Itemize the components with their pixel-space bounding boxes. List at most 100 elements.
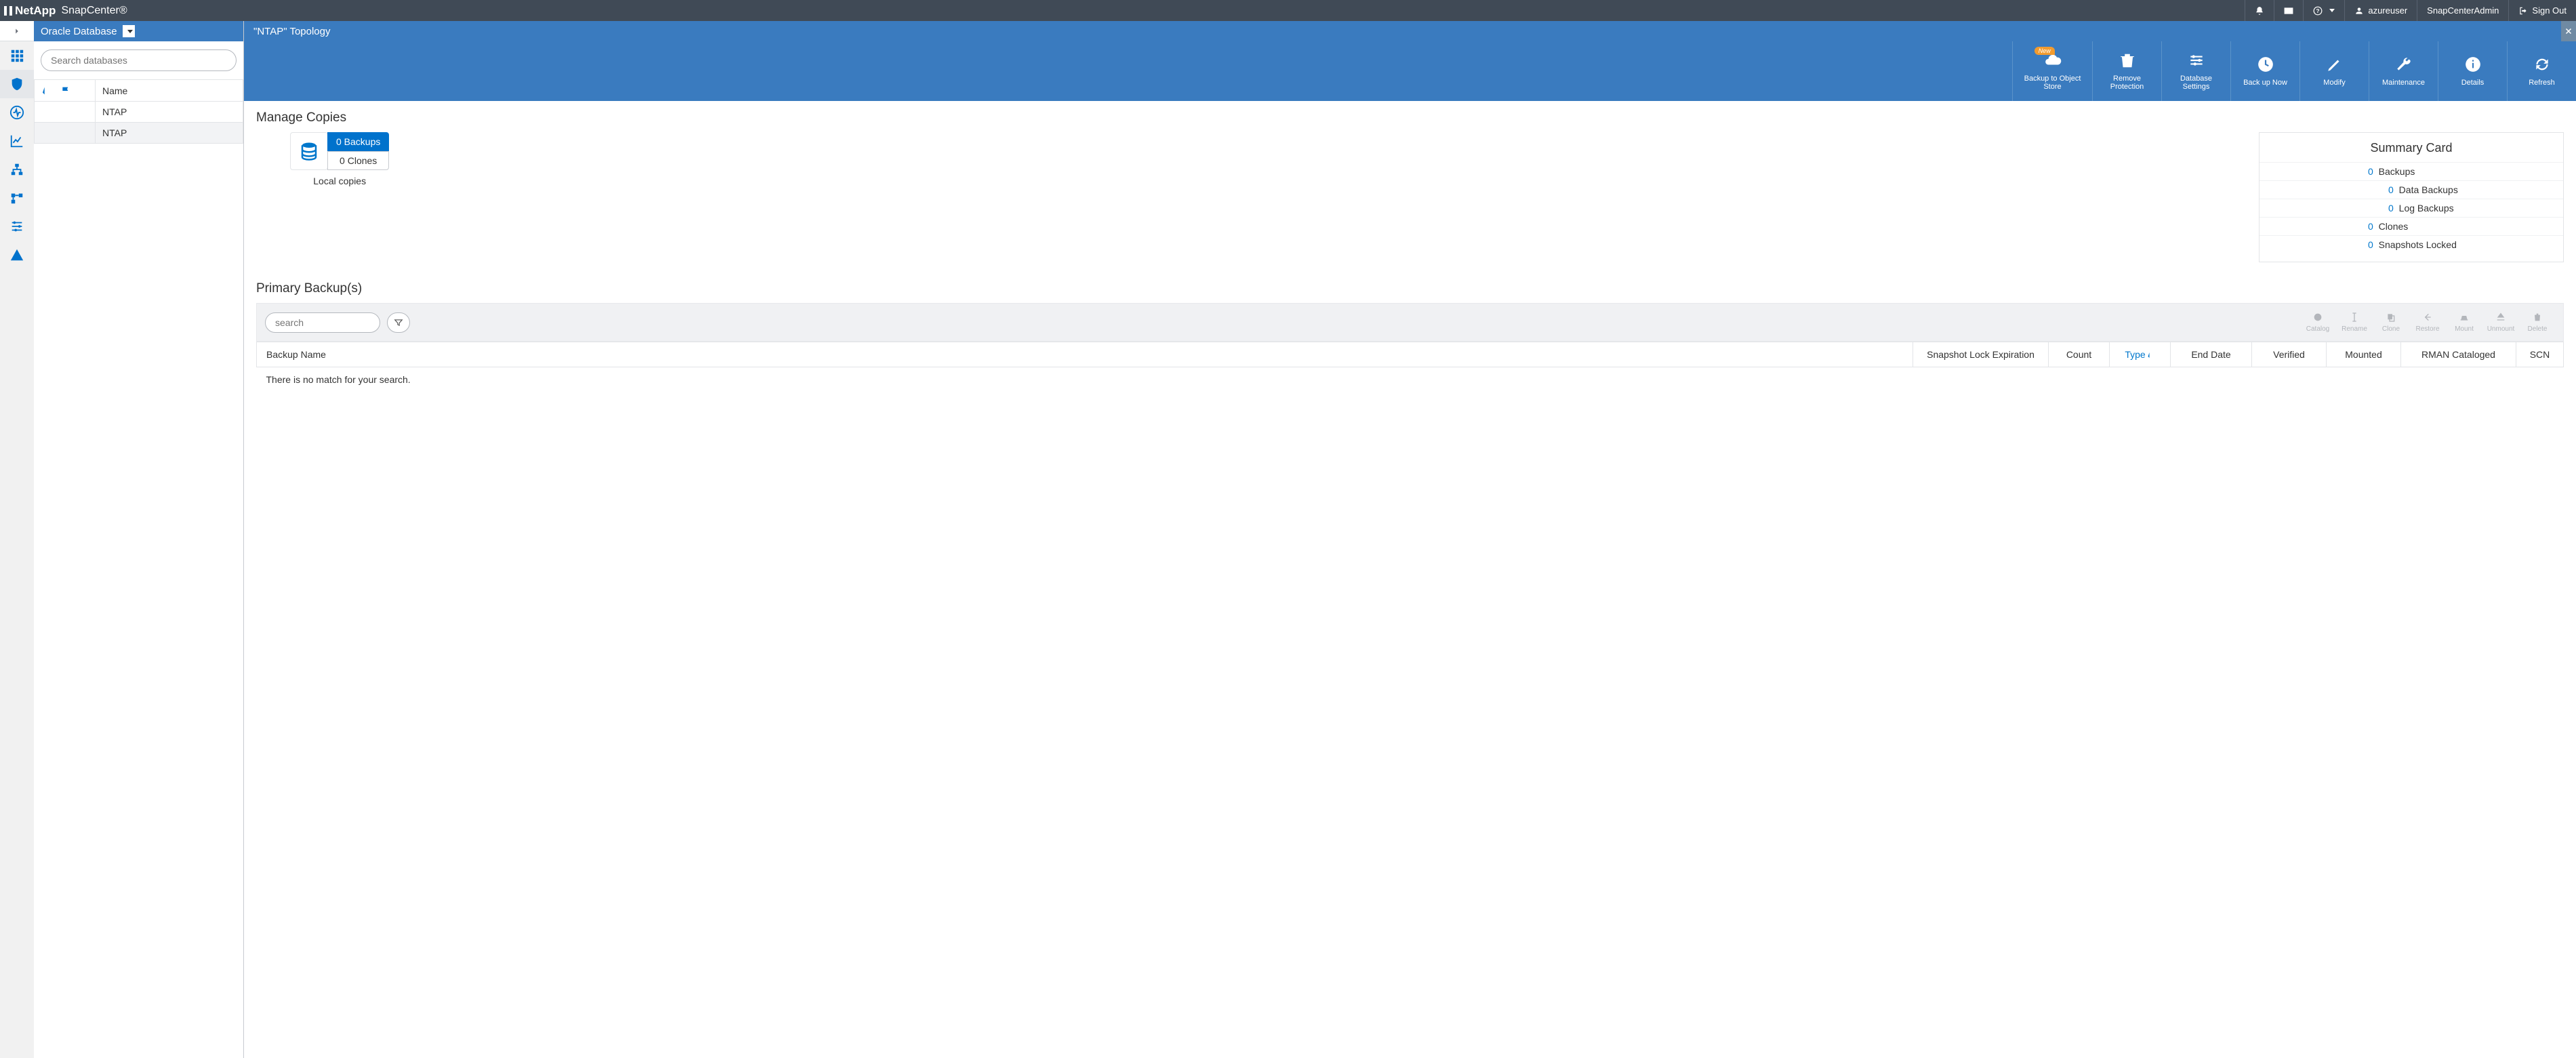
column-snapshot-lock-expiration[interactable]: Snapshot Lock Expiration <box>1913 342 2049 367</box>
clock-icon <box>2257 56 2274 73</box>
database-icon-box[interactable] <box>290 132 328 170</box>
delete-button[interactable]: Delete <box>2520 312 2555 333</box>
column-backup-name[interactable]: Backup Name <box>257 342 1913 367</box>
column-scn[interactable]: SCN <box>2516 342 2564 367</box>
restore-icon <box>2422 312 2433 323</box>
mount-icon <box>2459 312 2470 323</box>
svg-text:?: ? <box>2316 7 2320 14</box>
filter-button[interactable] <box>387 312 410 333</box>
database-icon <box>299 141 319 161</box>
summary-item[interactable]: 0 Log Backups <box>2260 199 2563 217</box>
sliders-icon <box>9 219 24 234</box>
resource-type-dropdown[interactable] <box>123 25 135 37</box>
rename-button[interactable]: Rename <box>2337 312 2372 333</box>
rename-icon <box>2349 312 2360 323</box>
main-area: "NTAP" Topology New Backup to Object Sto… <box>244 21 2576 1058</box>
database-name-cell: NTAP <box>96 123 243 144</box>
column-mounted[interactable]: Mounted <box>2327 342 2401 367</box>
blocks-icon <box>9 190 24 205</box>
rail-dashboard[interactable] <box>0 41 34 70</box>
product-name: SnapCenter® <box>61 5 127 17</box>
delete-icon <box>2532 312 2543 323</box>
notifications-button[interactable] <box>2245 0 2274 21</box>
database-row[interactable]: NTAP <box>35 102 243 123</box>
rail-reports[interactable] <box>0 127 34 155</box>
sort-header[interactable] <box>35 80 96 102</box>
rail-settings[interactable] <box>0 212 34 241</box>
backup-search-input[interactable] <box>265 312 380 333</box>
help-icon: ? <box>2313 6 2323 16</box>
mount-button[interactable]: Mount <box>2447 312 2482 333</box>
primary-backups-title: Primary Backup(s) <box>256 281 2564 296</box>
rail-resources[interactable] <box>0 70 34 98</box>
brand: NetApp SnapCenter® <box>4 4 127 18</box>
rail-storage[interactable] <box>0 184 34 212</box>
wrench-icon <box>2395 56 2413 73</box>
backup-now-button[interactable]: Back up Now <box>2230 41 2299 101</box>
help-button[interactable]: ? <box>2303 0 2344 21</box>
funnel-icon <box>394 318 403 327</box>
topology-title: "NTAP" Topology <box>253 26 330 37</box>
summary-item[interactable]: 0 Data Backups <box>2260 180 2563 199</box>
alert-triangle-icon <box>9 247 24 262</box>
rail-expand-button[interactable] <box>0 21 34 41</box>
close-button[interactable] <box>2561 21 2576 41</box>
summary-item[interactable]: 0 Clones <box>2260 217 2563 235</box>
new-badge: New <box>2035 47 2055 55</box>
sort-icon <box>41 85 52 96</box>
clones-count-cell[interactable]: 0 Clones <box>327 151 389 170</box>
clone-button[interactable]: Clone <box>2373 312 2409 333</box>
manage-copies-title: Manage Copies <box>256 110 2564 125</box>
details-button[interactable]: Details <box>2438 41 2507 101</box>
column-rman-cataloged[interactable]: RMAN Cataloged <box>2401 342 2516 367</box>
backups-count-cell[interactable]: 0 Backups <box>327 132 389 151</box>
clone-icon <box>2386 312 2396 323</box>
trash-icon <box>2119 52 2136 69</box>
top-navbar: NetApp SnapCenter® ? azureuser SnapCente… <box>0 0 2576 21</box>
database-row[interactable]: NTAP <box>35 123 243 144</box>
database-settings-button[interactable]: Database Settings <box>2161 41 2230 101</box>
maintenance-button[interactable]: Maintenance <box>2369 41 2438 101</box>
messages-button[interactable] <box>2274 0 2303 21</box>
left-rail <box>0 21 34 1058</box>
envelope-icon <box>2284 6 2293 16</box>
column-type[interactable]: Type <box>2110 342 2171 367</box>
caret-down-icon <box>2329 9 2335 12</box>
role-label[interactable]: SnapCenterAdmin <box>2417 0 2508 21</box>
unmount-button[interactable]: Unmount <box>2483 312 2518 333</box>
refresh-icon <box>2533 56 2551 73</box>
rail-monitor[interactable] <box>0 98 34 127</box>
name-column-header[interactable]: Name <box>96 80 243 102</box>
restore-button[interactable]: Restore <box>2410 312 2445 333</box>
main-titlebar: "NTAP" Topology <box>244 21 2576 41</box>
unmount-icon <box>2495 312 2506 323</box>
database-sidepanel: Oracle Database Name NTAP NTAP <box>34 21 244 1058</box>
no-match-message: There is no match for your search. <box>257 367 2564 392</box>
local-copies-block: 0 Backups 0 Clones Local copies <box>290 132 389 186</box>
backup-to-object-store-button[interactable]: New Backup to Object Store <box>2012 41 2092 101</box>
summary-item[interactable]: 0 Backups <box>2260 162 2563 180</box>
modify-button[interactable]: Modify <box>2299 41 2369 101</box>
summary-item[interactable]: 0 Snapshots Locked <box>2260 235 2563 253</box>
rail-alerts[interactable] <box>0 241 34 269</box>
netapp-logo: NetApp <box>4 4 56 18</box>
close-icon <box>2564 27 2573 35</box>
brand-text: NetApp <box>15 4 56 18</box>
column-count[interactable]: Count <box>2049 342 2110 367</box>
remove-protection-button[interactable]: Remove Protection <box>2092 41 2161 101</box>
rail-hosts[interactable] <box>0 155 34 184</box>
catalog-icon <box>2312 312 2323 323</box>
action-toolbar: New Backup to Object Store Remove Protec… <box>244 41 2576 101</box>
user-menu[interactable]: azureuser <box>2344 0 2417 21</box>
column-verified[interactable]: Verified <box>2252 342 2327 367</box>
signout-button[interactable]: Sign Out <box>2508 0 2576 21</box>
info-icon <box>2464 56 2482 73</box>
user-icon <box>2354 6 2364 16</box>
catalog-button[interactable]: Catalog <box>2300 312 2335 333</box>
database-search-input[interactable] <box>41 49 237 71</box>
refresh-button[interactable]: Refresh <box>2507 41 2576 101</box>
bell-icon <box>2255 6 2264 16</box>
flag-icon <box>60 85 71 96</box>
column-end-date[interactable]: End Date <box>2171 342 2252 367</box>
local-copies-label: Local copies <box>313 176 366 186</box>
